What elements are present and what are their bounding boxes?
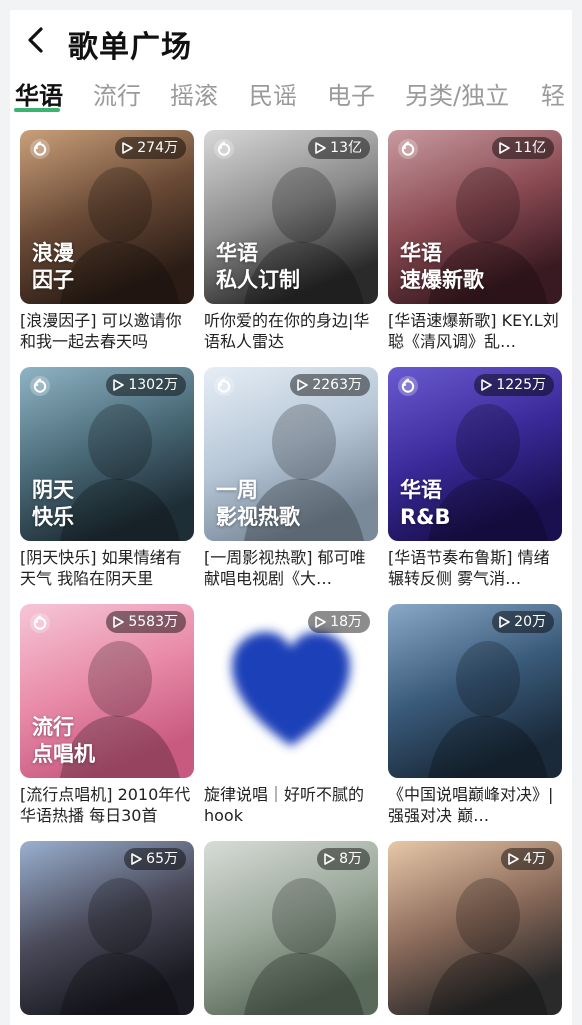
back-arrow-icon	[28, 27, 43, 53]
tab-dianzi[interactable]: 电子	[327, 76, 375, 111]
play-icon	[315, 142, 326, 154]
playlist-title[interactable]: [流行点唱机] 2010年代华语热播 每日30首	[20, 784, 194, 826]
playlist-cover[interactable]: 1302万阴天 快乐	[20, 367, 194, 541]
play-count-badge: 11亿	[492, 137, 554, 159]
playlist-cover[interactable]: 18万	[204, 604, 378, 778]
play-count-badge: 2263万	[290, 374, 370, 396]
play-icon	[508, 853, 519, 865]
play-count-badge: 13亿	[308, 137, 370, 159]
play-count-text: 4万	[523, 851, 546, 867]
play-icon	[297, 379, 309, 391]
playlist-title[interactable]: [一周影视热歌] 郁可唯献唱电视剧《大…	[204, 547, 378, 589]
playlist-title[interactable]: [华语节奏布鲁斯] 情绪辗转反侧 雾气消…	[388, 547, 562, 589]
playlist-title[interactable]: [浪漫因子] 可以邀请你和我一起去春天吗	[20, 310, 194, 352]
playlist-card[interactable]: 11亿华语 速爆新歌 [华语速爆新歌] KEY.L刘聪《清风调》乱…	[388, 130, 562, 352]
playlist-card[interactable]: 20万《中国说唱巅峰对决》|强强对决 巅…	[388, 604, 562, 826]
play-count-text: 1225万	[496, 377, 546, 393]
play-count-text: 65万	[146, 851, 178, 867]
play-count-text: 20万	[514, 614, 546, 630]
play-icon	[315, 616, 326, 628]
playlist-card[interactable]: 5583万流行 点唱机 [流行点唱机] 2010年代华语热播 每日30首	[20, 604, 194, 826]
play-icon	[499, 616, 510, 628]
play-count-badge: 20万	[492, 611, 554, 633]
playlist-title[interactable]: [华语速爆新歌] KEY.L刘聪《清风调》乱…	[388, 310, 562, 352]
cover-label: 华语 R&B	[400, 478, 451, 529]
play-count-text: 2263万	[312, 377, 362, 393]
playlist-cover[interactable]: 11亿华语 速爆新歌	[388, 130, 562, 304]
playlist-cover[interactable]: 5583万流行 点唱机	[20, 604, 194, 778]
play-icon	[122, 142, 134, 154]
tab-liuxing[interactable]: 流行	[93, 76, 141, 111]
cover-label: 华语 速爆新歌	[400, 241, 484, 292]
playlist-card[interactable]: 13亿华语 私人订制听你爱的在你的身边|华语私人雷达	[204, 130, 378, 352]
playlist-title[interactable]: 听你爱的在你的身边|华语私人雷达	[204, 310, 378, 352]
playlist-title[interactable]: 《中国说唱巅峰对决》|强强对决 巅…	[388, 784, 562, 826]
playlist-card[interactable]: 8万	[204, 841, 378, 1015]
play-icon	[499, 142, 510, 154]
playlist-title[interactable]: [阴天快乐] 如果情绪有天气 我陷在阴天里	[20, 547, 194, 589]
tab-linglei-duli[interactable]: 另类/独立	[405, 76, 509, 111]
playlist-cover[interactable]: 8万	[204, 841, 378, 1015]
playlist-cover[interactable]: 1225万华语 R&B	[388, 367, 562, 541]
play-count-badge: 5583万	[106, 611, 186, 633]
play-count-badge: 65万	[124, 848, 186, 870]
playlist-cover[interactable]: 4万	[388, 841, 562, 1015]
playlist-card[interactable]: 18万旋律说唱｜好听不腻的hook	[204, 604, 378, 826]
app-window: 歌单广场 华语 流行 摇滚 民谣 电子 另类/独立 轻 274万浪漫 因子 [浪漫…	[10, 10, 572, 1025]
playlist-card[interactable]: 4万	[388, 841, 562, 1015]
category-tabs: 华语 流行 摇滚 民谣 电子 另类/独立 轻	[10, 72, 572, 122]
play-count-badge: 18万	[308, 611, 370, 633]
play-icon	[324, 853, 335, 865]
playlist-card[interactable]: 2263万一周 影视热歌 [一周影视热歌] 郁可唯献唱电视剧《大…	[204, 367, 378, 589]
netease-logo-icon	[397, 375, 419, 397]
cover-label: 阴天 快乐	[32, 478, 74, 529]
playlist-card[interactable]: 274万浪漫 因子 [浪漫因子] 可以邀请你和我一起去春天吗	[20, 130, 194, 352]
active-tab-indicator	[14, 108, 60, 112]
play-icon	[481, 379, 493, 391]
play-icon	[113, 616, 125, 628]
play-icon	[113, 379, 125, 391]
playlist-card[interactable]: 1225万华语 R&B [华语节奏布鲁斯] 情绪辗转反侧 雾气消…	[388, 367, 562, 589]
netease-logo-icon	[397, 138, 419, 160]
page-title: 歌单广场	[68, 30, 192, 65]
netease-logo-icon	[29, 138, 51, 160]
playlist-cover[interactable]: 20万	[388, 604, 562, 778]
tab-minyao[interactable]: 民谣	[249, 76, 297, 111]
cover-label: 华语 私人订制	[216, 241, 300, 292]
tab-qing[interactable]: 轻	[541, 76, 565, 111]
playlist-card[interactable]: 65万	[20, 841, 194, 1015]
cover-label: 一周 影视热歌	[216, 478, 300, 529]
play-count-text: 1302万	[128, 377, 178, 393]
play-count-badge: 1302万	[106, 374, 186, 396]
play-count-text: 8万	[339, 851, 362, 867]
playlist-cover[interactable]: 13亿华语 私人订制	[204, 130, 378, 304]
play-count-badge: 274万	[115, 137, 186, 159]
play-count-badge: 8万	[317, 848, 370, 870]
play-count-text: 274万	[137, 140, 178, 156]
cover-label: 浪漫 因子	[32, 241, 74, 292]
netease-logo-icon	[213, 138, 235, 160]
play-icon	[131, 853, 142, 865]
header: 歌单广场	[10, 10, 572, 70]
playlist-cover[interactable]: 65万	[20, 841, 194, 1015]
netease-logo-icon	[213, 375, 235, 397]
netease-logo-icon	[29, 612, 51, 634]
playlist-card[interactable]: 1302万阴天 快乐 [阴天快乐] 如果情绪有天气 我陷在阴天里	[20, 367, 194, 589]
cover-label: 流行 点唱机	[32, 715, 95, 766]
netease-logo-icon	[29, 375, 51, 397]
back-button[interactable]	[22, 25, 52, 55]
play-count-text: 18万	[330, 614, 362, 630]
play-count-text: 13亿	[330, 140, 362, 156]
tab-yaogun[interactable]: 摇滚	[170, 76, 218, 111]
playlist-cover[interactable]: 2263万一周 影视热歌	[204, 367, 378, 541]
play-count-text: 5583万	[128, 614, 178, 630]
play-count-badge: 4万	[501, 848, 554, 870]
play-count-badge: 1225万	[474, 374, 554, 396]
playlist-title[interactable]: 旋律说唱｜好听不腻的hook	[204, 784, 378, 826]
tab-huayu[interactable]: 华语	[15, 76, 63, 111]
play-count-text: 11亿	[514, 140, 546, 156]
playlist-cover[interactable]: 274万浪漫 因子	[20, 130, 194, 304]
